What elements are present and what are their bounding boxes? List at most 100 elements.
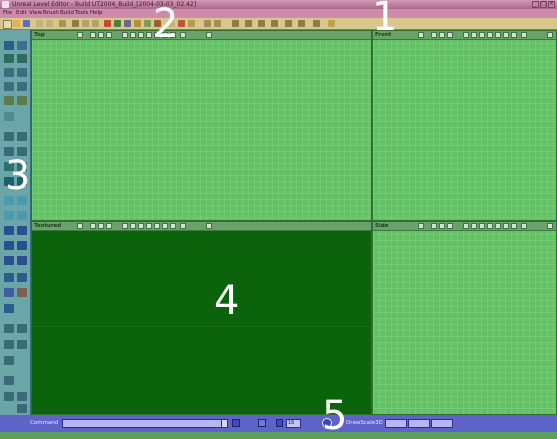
rotation-grid-icon[interactable] <box>17 392 27 401</box>
view-options-icon[interactable] <box>521 32 527 38</box>
new-map-icon[interactable] <box>3 20 12 29</box>
render-mode-icon[interactable] <box>495 223 501 229</box>
close-button[interactable]: × <box>548 1 555 8</box>
add-special-icon[interactable] <box>4 288 14 297</box>
view-mode-icon[interactable] <box>431 32 437 38</box>
play-map-icon[interactable] <box>285 20 292 27</box>
view-mode-icon[interactable] <box>98 32 104 38</box>
unreal-script-icon[interactable] <box>313 20 320 27</box>
viewport-side[interactable]: Side <box>372 221 557 415</box>
view-options-icon[interactable] <box>180 32 186 38</box>
2d-shape-editor-icon[interactable] <box>188 20 195 27</box>
matinee-icon[interactable] <box>17 82 27 91</box>
add-brush-icon[interactable] <box>4 112 14 121</box>
menu-file[interactable]: File <box>3 9 12 18</box>
render-mode-icon[interactable] <box>487 32 493 38</box>
compile-scripts-icon[interactable] <box>298 20 305 27</box>
camera-options-icon[interactable] <box>547 223 553 229</box>
render-mode-icon[interactable] <box>511 223 517 229</box>
minimize-button[interactable]: _ <box>532 1 539 8</box>
menu-view[interactable]: View <box>29 9 42 18</box>
render-mode-icon[interactable] <box>479 32 485 38</box>
render-mode-icon[interactable] <box>154 223 160 229</box>
maximize-button[interactable]: □ <box>540 1 547 8</box>
drawscale-x-field[interactable] <box>385 419 407 428</box>
texture-pan-icon[interactable] <box>17 54 27 63</box>
select-inside-icon[interactable] <box>4 340 14 349</box>
viewport-textured[interactable]: Textured <box>31 221 372 415</box>
view-options-icon[interactable] <box>521 223 527 229</box>
camera-options-icon[interactable] <box>206 223 212 229</box>
invert-selection-icon[interactable] <box>4 356 14 365</box>
hide-selected-icon[interactable] <box>17 324 27 333</box>
view-options-icon[interactable] <box>180 223 186 229</box>
render-mode-icon[interactable] <box>138 223 144 229</box>
menu-help[interactable]: Help <box>90 9 103 18</box>
view-mode-icon[interactable] <box>98 223 104 229</box>
camera-icon[interactable] <box>418 32 424 38</box>
copy-icon[interactable] <box>82 20 89 27</box>
render-mode-icon[interactable] <box>130 32 136 38</box>
render-mode-icon[interactable] <box>511 32 517 38</box>
terrain-edit-icon[interactable] <box>4 82 14 91</box>
render-mode-icon[interactable] <box>471 32 477 38</box>
view-mode-icon[interactable] <box>439 223 445 229</box>
camera-speed-icon[interactable] <box>4 132 14 141</box>
tetrahedron-icon[interactable] <box>4 241 14 250</box>
camera-options-icon[interactable] <box>206 32 212 38</box>
render-mode-icon[interactable] <box>503 223 509 229</box>
menu-build[interactable]: Build <box>60 9 74 18</box>
render-mode-icon[interactable] <box>487 223 493 229</box>
view-mode-icon[interactable] <box>447 223 453 229</box>
view-mode-icon[interactable] <box>90 223 96 229</box>
spiral-stair-icon[interactable] <box>17 211 27 220</box>
brush-rotate-icon[interactable] <box>17 132 27 141</box>
build-paths-icon[interactable] <box>232 20 239 27</box>
subtract-icon[interactable] <box>17 256 27 265</box>
render-mode-icon[interactable] <box>146 32 152 38</box>
grid-size-select[interactable]: 16 <box>286 419 301 428</box>
camera-icon[interactable] <box>418 223 424 229</box>
command-input[interactable] <box>62 419 228 428</box>
search-actors-icon[interactable] <box>59 20 66 27</box>
redo-icon[interactable] <box>46 20 53 27</box>
render-mode-icon[interactable] <box>138 32 144 38</box>
camera-move-icon[interactable] <box>4 41 14 50</box>
brush-clip-icon[interactable] <box>4 54 14 63</box>
render-mode-icon[interactable] <box>463 32 469 38</box>
view-mode-icon[interactable] <box>431 223 437 229</box>
render-mode-icon[interactable] <box>479 223 485 229</box>
add-antiportal-icon[interactable] <box>4 304 14 313</box>
curved-stair-icon[interactable] <box>4 211 14 220</box>
vertex-edit-icon[interactable] <box>17 41 27 50</box>
terrain-brush-icon[interactable] <box>17 226 27 235</box>
face-drag-icon[interactable] <box>17 96 27 105</box>
open-map-icon[interactable] <box>13 20 20 27</box>
view-mode-icon[interactable] <box>447 32 453 38</box>
menu-edit[interactable]: Edit <box>16 9 27 18</box>
view-mode-icon[interactable] <box>439 32 445 38</box>
scale-icon[interactable] <box>17 68 27 77</box>
view-mode-icon[interactable] <box>106 223 112 229</box>
surface-properties-icon[interactable] <box>178 20 185 27</box>
prefab-browser-icon[interactable] <box>144 20 151 27</box>
chevron-down-icon[interactable] <box>221 419 228 428</box>
cut-icon[interactable] <box>72 20 79 27</box>
camera-icon[interactable] <box>77 223 83 229</box>
render-mode-icon[interactable] <box>463 223 469 229</box>
render-mode-icon[interactable] <box>130 223 136 229</box>
render-mode-icon[interactable] <box>162 223 168 229</box>
mesh-browser-icon[interactable] <box>134 20 141 27</box>
menu-brush[interactable]: Brush <box>43 9 59 18</box>
render-mode-icon[interactable] <box>146 223 152 229</box>
render-mode-icon[interactable] <box>122 32 128 38</box>
show-all-icon[interactable] <box>4 376 14 385</box>
lock-icon[interactable] <box>258 419 266 427</box>
paste-icon[interactable] <box>92 20 99 27</box>
add-mover-icon[interactable] <box>17 288 27 297</box>
render-mode-icon[interactable] <box>503 32 509 38</box>
help-icon[interactable] <box>328 20 335 27</box>
show-selected-icon[interactable] <box>4 324 14 333</box>
undo-icon[interactable] <box>36 20 43 27</box>
grid-icon[interactable] <box>276 419 283 427</box>
